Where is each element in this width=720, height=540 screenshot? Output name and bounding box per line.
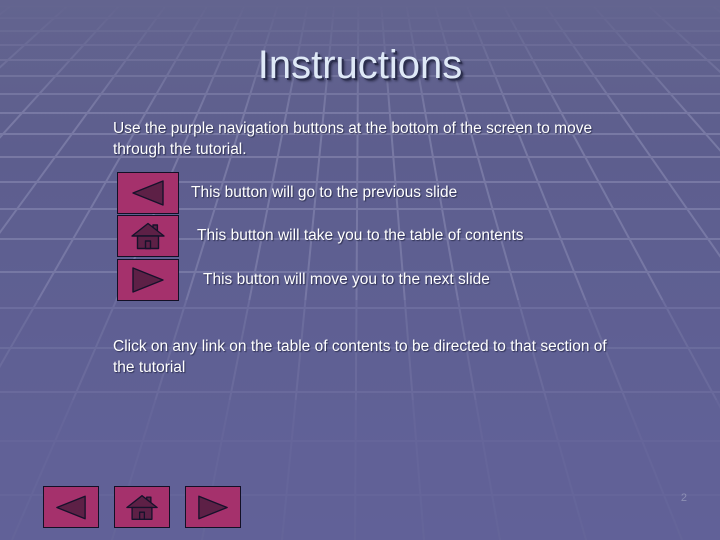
- home-button[interactable]: [114, 486, 170, 528]
- home-house-icon: [126, 494, 158, 520]
- home-button-example[interactable]: [117, 215, 179, 257]
- previous-slide-triangle-icon: [56, 495, 86, 519]
- instruction-row-previous: This button will go to the previous slid…: [117, 172, 457, 214]
- previous-slide-button[interactable]: [43, 486, 99, 528]
- home-house-icon: [131, 222, 165, 250]
- instruction-row-next: This button will move you to the next sl…: [117, 259, 490, 301]
- intro-paragraph: Use the purple navigation buttons at the…: [113, 120, 593, 158]
- instruction-row-home: This button will take you to the table o…: [117, 215, 524, 257]
- page-title: Instructions: [257, 43, 463, 87]
- instruction-label-home: This button will take you to the table o…: [197, 227, 524, 244]
- next-slide-button[interactable]: [185, 486, 241, 528]
- previous-slide-triangle-icon: [132, 180, 164, 206]
- instruction-label-next: This button will move you to the next sl…: [203, 271, 490, 288]
- page-number: 2: [680, 492, 687, 504]
- instruction-label-previous: This button will go to the previous slid…: [191, 184, 458, 201]
- previous-slide-button-example[interactable]: [117, 172, 179, 214]
- closing-paragraph: Click on any link on the table of conten…: [113, 338, 607, 376]
- next-slide-triangle-icon: [132, 267, 164, 293]
- next-slide-button-example[interactable]: [117, 259, 179, 301]
- bottom-navigation-bar: [43, 486, 241, 528]
- next-slide-triangle-icon: [198, 495, 228, 519]
- slide-canvas: Instructions Use the purple navigation b…: [0, 0, 720, 540]
